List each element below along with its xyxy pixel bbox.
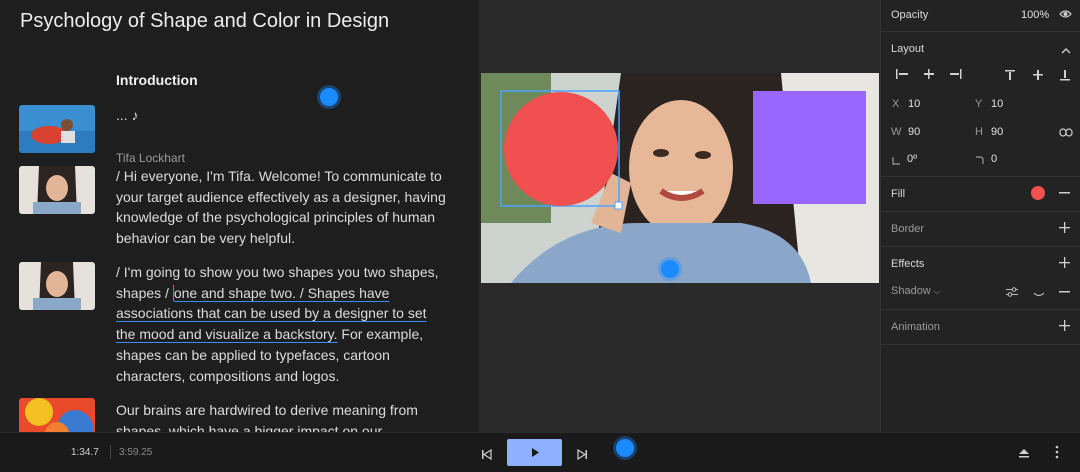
play-button[interactable]	[507, 439, 562, 466]
y-label: Y	[975, 98, 983, 110]
skip-forward-icon[interactable]	[577, 447, 588, 465]
pointer-indicator	[616, 439, 634, 457]
align-left-icon[interactable]	[895, 69, 909, 81]
fill-section: Fill	[881, 176, 1080, 212]
transcript-paragraph-1[interactable]: / Hi everyone, I'm Tifa. Welcome! To com…	[116, 166, 446, 249]
chevron-up-icon[interactable]	[1061, 44, 1071, 56]
x-label: X	[892, 98, 900, 110]
more-options-icon[interactable]	[1055, 445, 1059, 464]
visibility-toggle-icon[interactable]	[1033, 288, 1045, 300]
layout-label: Layout	[891, 43, 925, 55]
cursor-indicator	[320, 88, 338, 106]
x-field[interactable]: 10	[908, 98, 920, 110]
add-border-icon[interactable]	[1059, 222, 1070, 235]
eye-icon[interactable]	[1059, 9, 1072, 21]
corner-radius-icon	[975, 155, 984, 167]
scene-thumbnail-4[interactable]	[19, 398, 95, 432]
animation-label: Animation	[891, 321, 940, 333]
effects-label: Effects	[891, 258, 925, 270]
border-label: Border	[891, 223, 925, 235]
layout-section: Layout X 10 Y 10 W 90 H 90 0º 0	[881, 31, 1080, 177]
height-field[interactable]: 90	[991, 126, 1003, 138]
playhead-indicator	[661, 260, 679, 278]
border-section: Border	[881, 211, 1080, 247]
properties-panel: Opacity 100% Layout X 10 Y 10 W 90 H 90 …	[880, 0, 1080, 432]
total-time: 3:59.25	[119, 447, 153, 458]
transcript-paragraph-3[interactable]: Our brains are hardwired to derive meani…	[116, 400, 446, 432]
fill-color-swatch[interactable]	[1031, 186, 1045, 200]
page-title: Psychology of Shape and Color in Design	[20, 10, 390, 32]
shadow-dropdown[interactable]: Shadow ⌵	[891, 285, 940, 297]
play-icon	[532, 448, 539, 457]
animation-section: Animation	[881, 309, 1080, 345]
y-field[interactable]: 10	[991, 98, 1003, 110]
align-top-icon[interactable]	[1004, 69, 1016, 83]
effects-section: Effects Shadow ⌵	[881, 246, 1080, 310]
red-circle-shape	[504, 92, 618, 206]
speaker-name: Tifa Lockhart	[116, 151, 185, 165]
transcript-paragraph-2[interactable]: / I'm going to show you two shapes you t…	[116, 262, 446, 386]
chevron-down-icon: ⌵	[933, 287, 940, 296]
skip-back-icon[interactable]	[481, 447, 492, 465]
scene-thumbnail-1[interactable]	[19, 105, 95, 153]
width-field[interactable]: 90	[908, 126, 920, 138]
opacity-section: Opacity 100%	[881, 0, 1080, 32]
align-center-horizontal-icon[interactable]	[922, 69, 936, 81]
add-animation-icon[interactable]	[1059, 320, 1070, 333]
video-preview[interactable]	[481, 73, 879, 283]
current-time: 1:34.7	[71, 447, 99, 458]
link-icon[interactable]	[1059, 127, 1073, 139]
opacity-value[interactable]: 100%	[1021, 9, 1049, 21]
scene-thumbnail-3[interactable]	[19, 262, 95, 310]
align-right-icon[interactable]	[949, 69, 963, 81]
w-label: W	[891, 126, 902, 138]
ellipsis-line: ... ♪	[116, 107, 139, 123]
scene-thumbnail-2[interactable]	[19, 166, 95, 214]
adjust-icon[interactable]	[1006, 287, 1018, 299]
opacity-label: Opacity	[891, 9, 929, 21]
purple-square-shape	[753, 91, 866, 204]
remove-fill-icon[interactable]	[1059, 187, 1070, 199]
rotation-field[interactable]: 0º	[907, 153, 917, 165]
remove-shadow-icon[interactable]	[1059, 286, 1070, 299]
volume-icon[interactable]	[1018, 446, 1030, 464]
rotation-icon	[892, 155, 901, 167]
section-heading: Introduction	[116, 72, 198, 88]
corner-radius-field[interactable]: 0	[991, 153, 997, 165]
h-label: H	[975, 126, 983, 138]
fill-label: Fill	[891, 188, 906, 200]
align-bottom-icon[interactable]	[1059, 69, 1071, 83]
time-divider	[110, 445, 111, 459]
align-center-vertical-icon[interactable]	[1032, 69, 1044, 83]
shadow-label: Shadow	[891, 285, 931, 297]
add-effect-icon[interactable]	[1059, 257, 1070, 270]
transcript-panel: Psychology of Shape and Color in Design …	[0, 0, 479, 432]
playback-bar: 1:34.7 3:59.25	[0, 432, 1080, 472]
